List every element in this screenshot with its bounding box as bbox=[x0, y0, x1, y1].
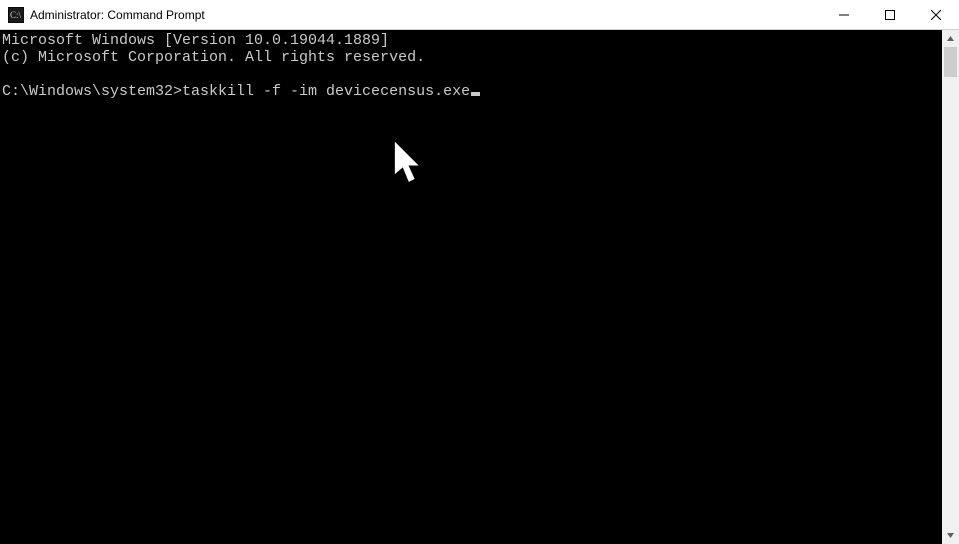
terminal-prompt: C:\Windows\system32> bbox=[2, 83, 182, 100]
terminal-command: taskkill -f -im devicecensus.exe bbox=[182, 83, 470, 100]
text-cursor bbox=[471, 92, 480, 96]
scroll-up-arrow[interactable] bbox=[942, 30, 959, 47]
terminal-area: Microsoft Windows [Version 10.0.19044.18… bbox=[0, 30, 959, 544]
terminal-output[interactable]: Microsoft Windows [Version 10.0.19044.18… bbox=[0, 30, 942, 544]
minimize-button[interactable] bbox=[821, 0, 867, 29]
svg-text:C:\: C:\ bbox=[10, 10, 22, 20]
scroll-thumb[interactable] bbox=[944, 47, 957, 77]
window-title: Administrator: Command Prompt bbox=[30, 8, 821, 22]
scroll-down-arrow[interactable] bbox=[942, 527, 959, 544]
title-bar: C:\ Administrator: Command Prompt bbox=[0, 0, 959, 30]
terminal-line: Microsoft Windows [Version 10.0.19044.18… bbox=[2, 32, 389, 49]
window-controls bbox=[821, 0, 959, 29]
vertical-scrollbar[interactable] bbox=[942, 30, 959, 544]
cmd-icon: C:\ bbox=[8, 7, 24, 23]
maximize-button[interactable] bbox=[867, 0, 913, 29]
scroll-track[interactable] bbox=[942, 47, 959, 527]
terminal-line: (c) Microsoft Corporation. All rights re… bbox=[2, 49, 425, 66]
close-button[interactable] bbox=[913, 0, 959, 29]
